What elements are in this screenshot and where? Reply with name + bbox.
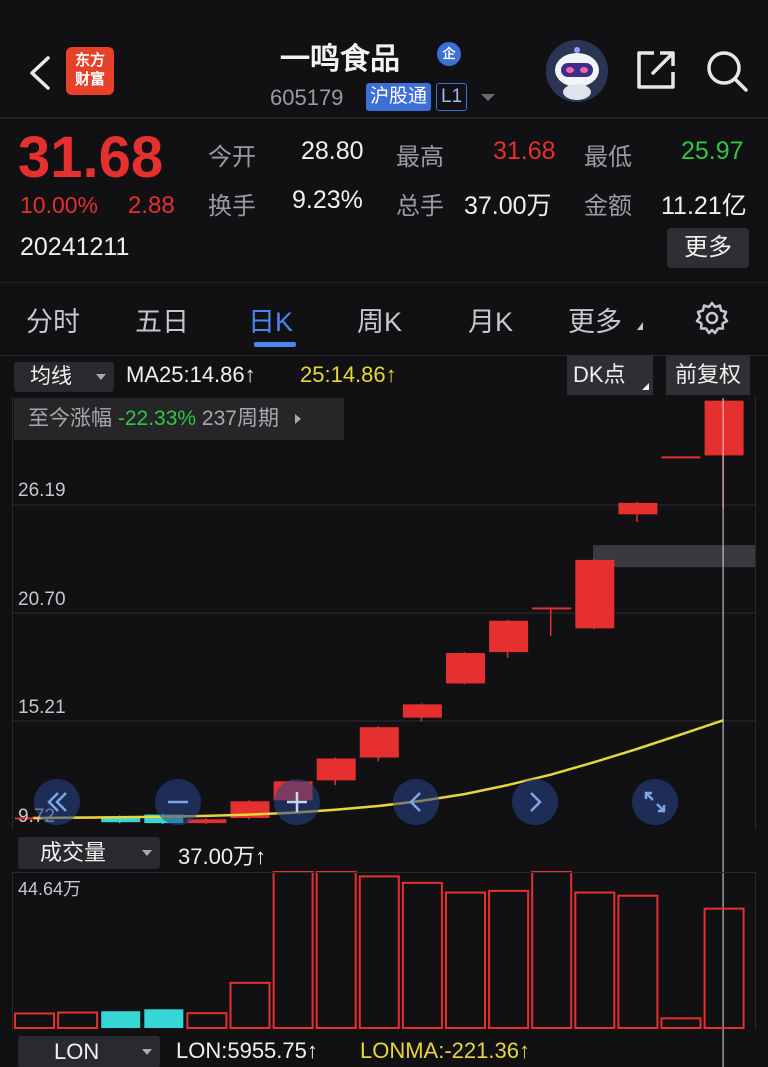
rewind-icon[interactable] [34,779,80,825]
candle-body [704,400,744,456]
chevron-down-icon [142,1049,152,1055]
candle-body [618,502,658,515]
y-tick-label: 15.21 [18,697,66,718]
volume-indicator-select[interactable]: 成交量 [18,837,160,869]
candle-body [532,607,572,610]
lon-value-text: LON:5955.75↑ [176,1038,318,1063]
lonma-value-text: LONMA:-221.36↑ [360,1038,530,1063]
candle-body [359,727,399,758]
support-band [593,545,755,568]
y-tick-label: 26.19 [18,480,66,501]
candle-body [575,559,615,629]
y-tick-label: 20.70 [18,589,66,610]
candle-body [489,620,529,653]
zoom-out-icon[interactable] [155,779,201,825]
range-period: 237周期 [201,407,279,430]
chevron-right-icon[interactable] [512,779,558,825]
volume-value-text: 37.00万↑ [178,844,267,869]
lon-indicator-select[interactable]: LON [18,1036,160,1067]
range-prefix: 至今涨幅 [28,407,112,430]
zoom-in-icon[interactable] [274,779,320,825]
candle-body [661,456,701,459]
volume-select-label: 成交量 [40,840,107,865]
range-percent: -22.33% [117,407,197,430]
chevron-left-icon[interactable] [393,779,439,825]
range-change-box[interactable]: 至今涨幅 -22.33% 237周期 [14,398,344,440]
chevron-down-icon [142,850,152,856]
candle-body [446,653,485,684]
volume-max-label: 44.64万 [18,879,82,899]
lon-select-label: LON [54,1039,100,1064]
chevron-right-icon [294,414,301,425]
candle-body [402,704,442,718]
fullscreen-icon[interactable] [632,779,678,825]
volume-chart-frame[interactable] [12,872,756,1030]
candle-body [316,758,356,781]
